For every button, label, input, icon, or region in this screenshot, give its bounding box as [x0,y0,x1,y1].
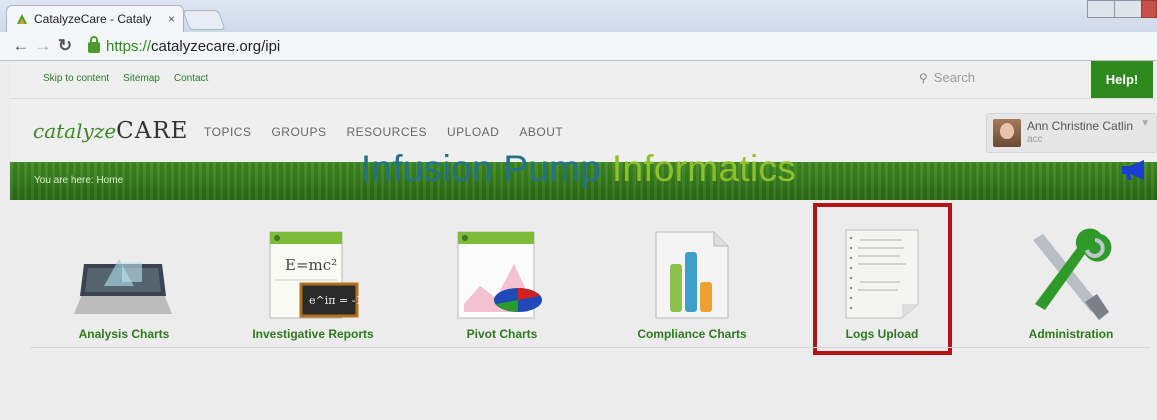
tile-analysis-charts[interactable]: Analysis Charts [44,224,204,354]
search-input[interactable]: ⚲ Search [919,70,1087,85]
nav-item-about[interactable]: ABOUT [519,125,563,139]
page-title-part1: Infusion Pump [360,148,602,189]
tile-investigative-reports[interactable]: E=mc² e^iπ = -1 Investigative Reports [233,224,393,354]
user-menu[interactable]: Ann Christine Catlin acc ▼ [986,113,1157,153]
user-id: acc [1027,134,1043,145]
tile-compliance-charts[interactable]: Compliance Charts [612,224,772,354]
search-icon: ⚲ [919,70,928,85]
utility-bar: Skip to content Sitemap Contact ⚲ Search… [10,61,1157,99]
logo-text-catalyze: catalyze [33,119,117,143]
new-tab-button[interactable] [182,10,226,30]
site-logo[interactable]: catalyzeCARE [33,117,188,144]
window-close-button[interactable] [1141,0,1157,18]
nav-item-resources[interactable]: RESOURCES [346,125,427,139]
divider [30,347,1150,348]
nav-item-upload[interactable]: UPLOAD [447,125,499,139]
pivot-charts-icon [457,231,542,319]
chevron-down-icon: ▼ [1140,118,1150,129]
svg-text:E=mc²: E=mc² [285,256,337,274]
tile-label: Analysis Charts [78,327,170,341]
skip-to-content-link[interactable]: Skip to content [43,73,109,84]
browser-tab[interactable]: CatalyzeCare - Cataly × [6,5,184,32]
user-name: Ann Christine Catlin [1027,119,1134,133]
main-nav: TOPICS GROUPS RESOURCES UPLOAD ABOUT [204,125,563,139]
lock-icon [88,36,100,53]
search-placeholder: Search [933,70,975,85]
tile-label: Investigative Reports [252,327,374,341]
nav-item-groups[interactable]: GROUPS [271,125,326,139]
contact-link[interactable]: Contact [174,73,208,84]
svg-text:e^iπ = -1: e^iπ = -1 [309,294,362,307]
minimize-button[interactable] [1087,0,1115,18]
tile-pivot-charts[interactable]: Pivot Charts [422,224,582,354]
sitemap-link[interactable]: Sitemap [123,73,160,84]
page-title: Infusion Pump Informatics [0,148,1157,190]
analysis-charts-icon [74,259,172,314]
nav-item-topics[interactable]: TOPICS [204,125,251,139]
administration-icon [1033,228,1112,320]
tile-label: Administration [1028,327,1114,341]
tile-administration[interactable]: Administration [991,224,1151,354]
tile-label: Compliance Charts [637,327,747,341]
maximize-button[interactable] [1114,0,1142,18]
browser-tabstrip: CatalyzeCare - Cataly × [0,0,1157,32]
window-controls [1087,0,1157,18]
avatar [993,119,1021,147]
back-arrow-icon[interactable]: ← [10,36,32,56]
catalyzecare-favicon-icon [17,14,27,24]
compliance-charts-icon [655,231,729,319]
help-button[interactable]: Help! [1091,61,1153,98]
tile-label: Pivot Charts [466,327,538,341]
browser-toolbar: ← → ↻ https://catalyzecare.org/ipi [0,32,1157,61]
selection-highlight [813,203,952,355]
address-bar[interactable]: https://catalyzecare.org/ipi [88,36,281,55]
investigative-reports-icon: E=mc² e^iπ = -1 [269,231,362,319]
url-path: catalyzecare.org/ipi [151,37,281,55]
forward-arrow-icon[interactable]: → [32,36,54,56]
logo-text-care: CARE [116,118,189,144]
reload-icon[interactable]: ↻ [54,36,76,56]
utility-links: Skip to content Sitemap Contact [43,73,208,84]
close-tab-icon[interactable]: × [168,12,175,26]
page-title-part2: Informatics [611,148,797,189]
url-scheme: https:// [106,37,152,55]
megaphone-icon[interactable] [1118,158,1148,182]
tab-title: CatalyzeCare - Cataly [34,12,152,26]
